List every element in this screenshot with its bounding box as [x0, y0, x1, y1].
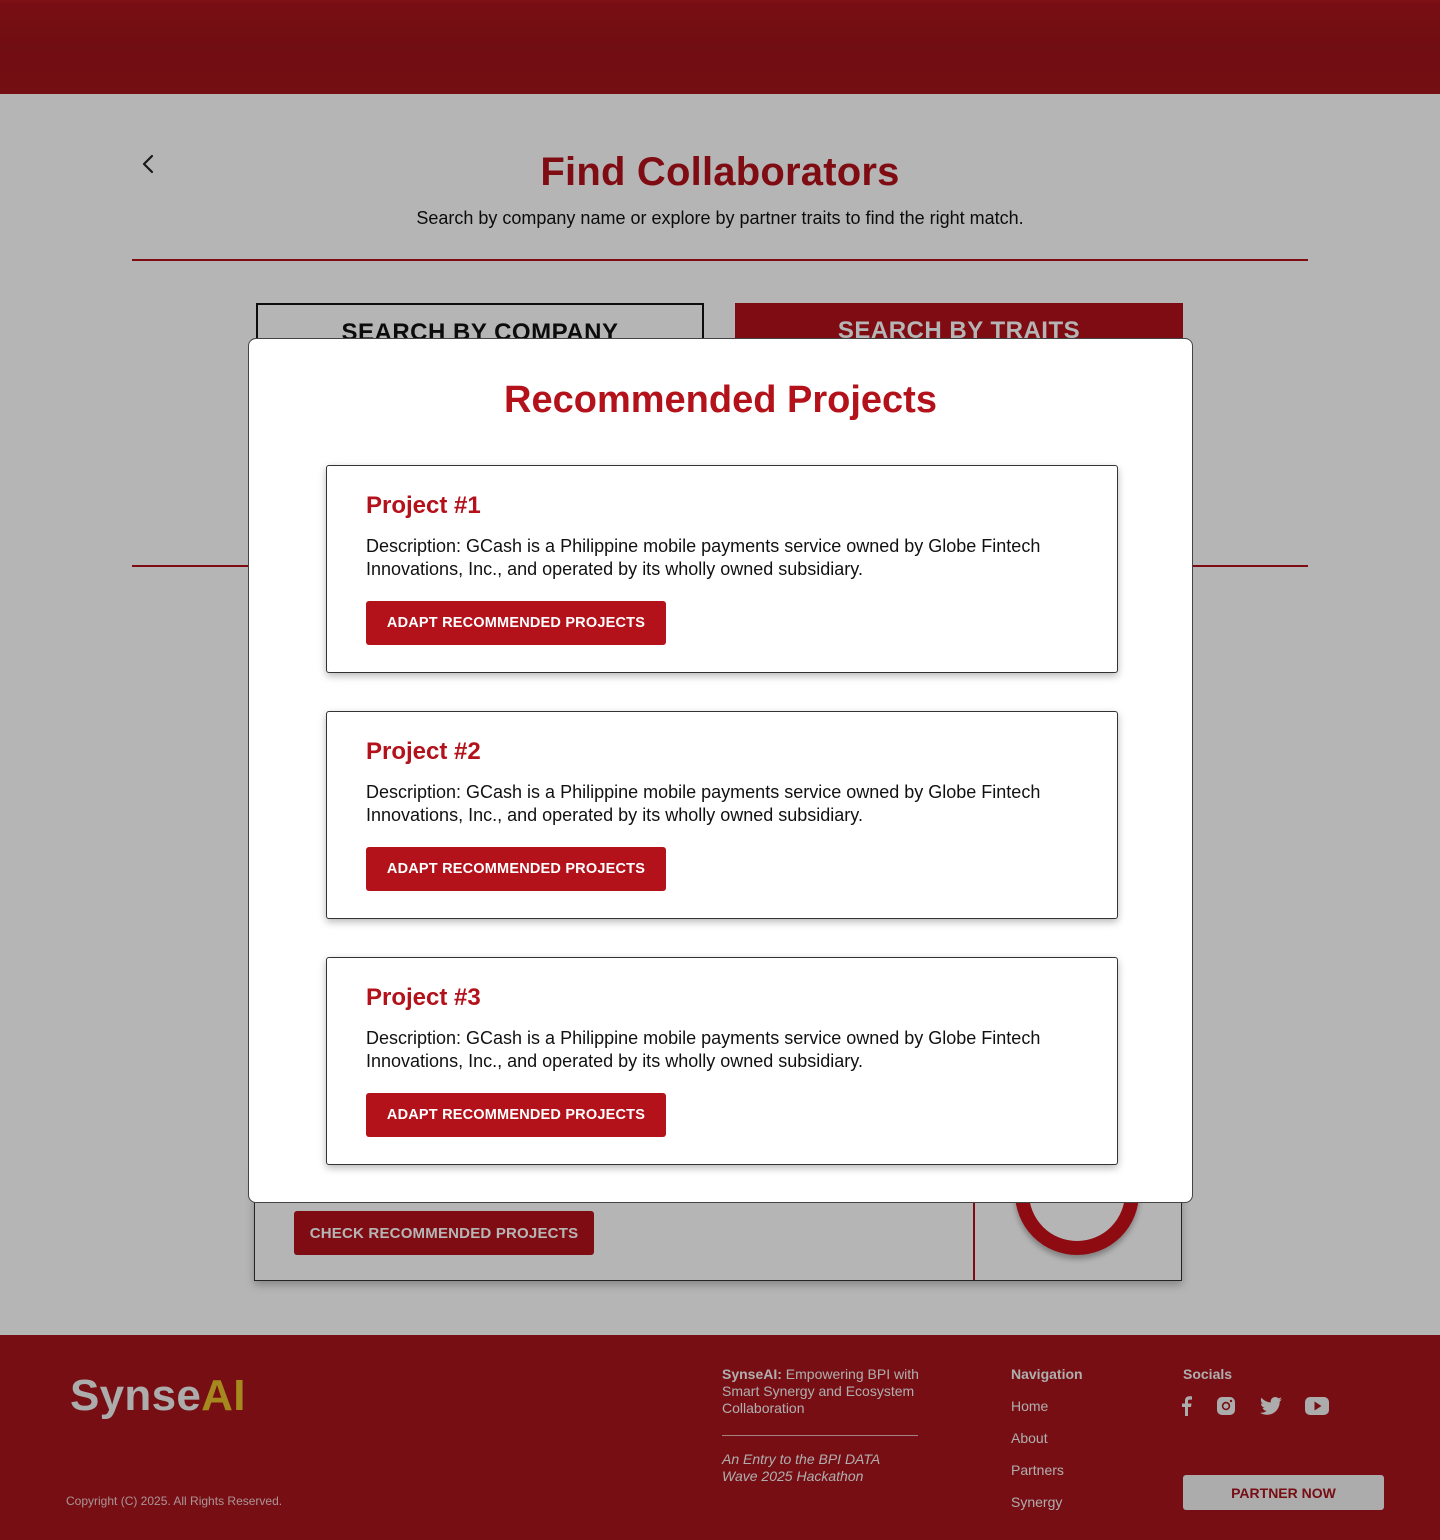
project-card: Project #1 Description: GCash is a Phili…: [326, 465, 1118, 673]
recommended-projects-modal: Recommended Projects Project #1 Descript…: [248, 338, 1193, 1203]
adapt-recommended-projects-button[interactable]: ADAPT RECOMMENDED PROJECTS: [366, 847, 666, 891]
project-description: Description: GCash is a Philippine mobil…: [366, 1028, 1041, 1071]
project-description: Description: GCash is a Philippine mobil…: [366, 782, 1041, 825]
project-title: Project #3: [366, 984, 481, 1011]
adapt-recommended-projects-button[interactable]: ADAPT RECOMMENDED PROJECTS: [366, 1093, 666, 1137]
project-card: Project #3 Description: GCash is a Phili…: [326, 957, 1118, 1165]
adapt-recommended-projects-button[interactable]: ADAPT RECOMMENDED PROJECTS: [366, 601, 666, 645]
project-card: Project #2 Description: GCash is a Phili…: [326, 711, 1118, 919]
project-title: Project #1: [366, 492, 481, 519]
project-description: Description: GCash is a Philippine mobil…: [366, 536, 1041, 579]
project-title: Project #2: [366, 738, 481, 765]
modal-title: Recommended Projects: [504, 379, 937, 421]
